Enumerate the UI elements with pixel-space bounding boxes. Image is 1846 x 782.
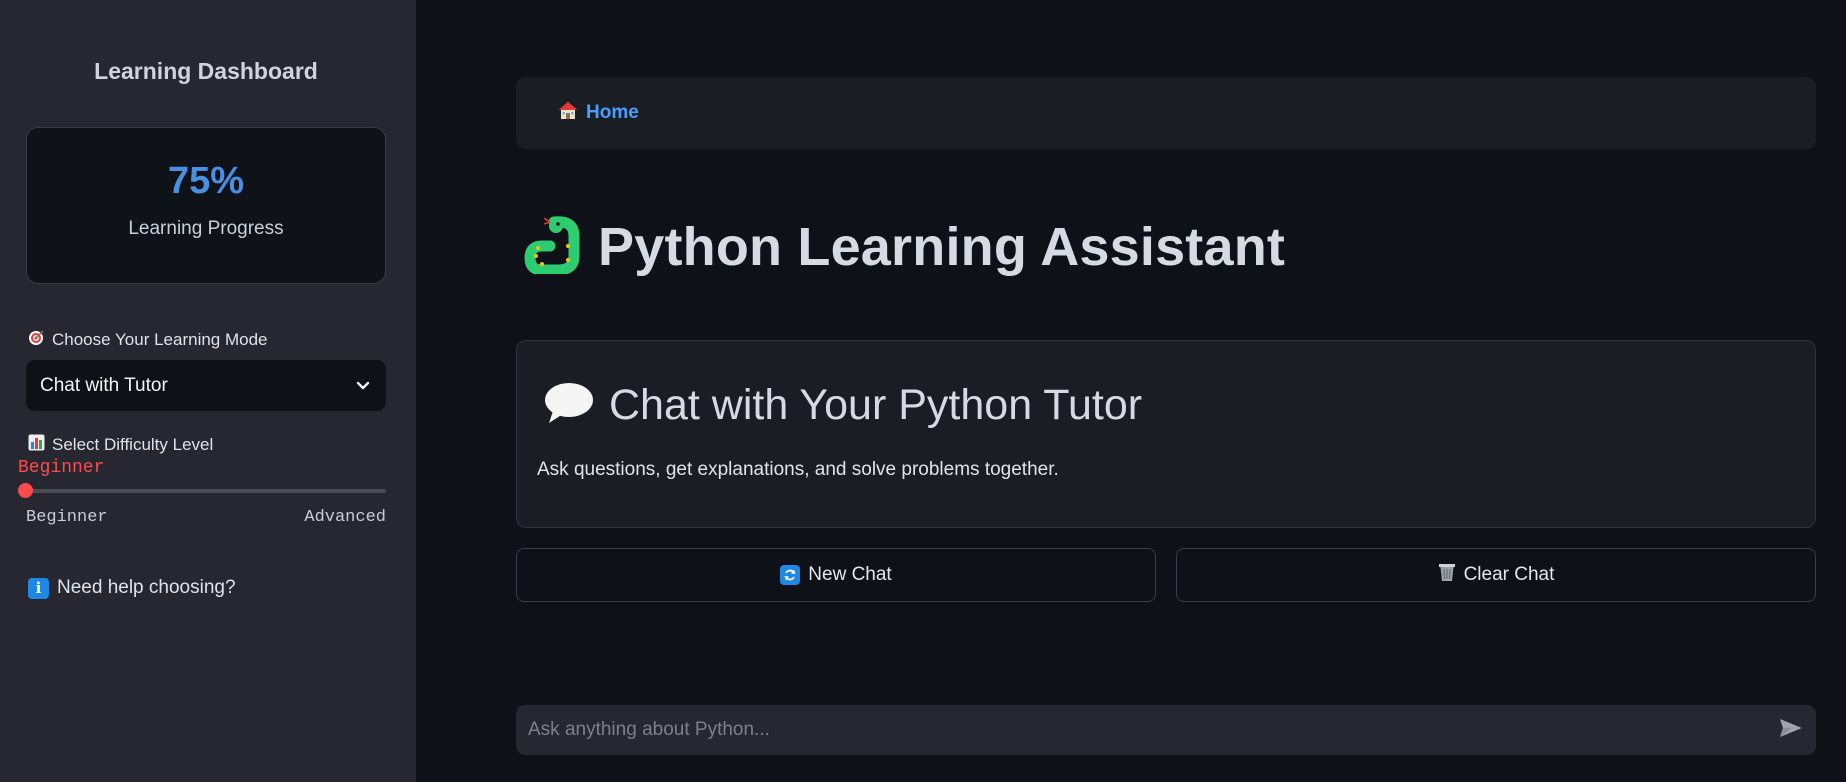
chat-card-description: Ask questions, get explanations, and sol… xyxy=(537,459,1059,480)
clear-chat-label: Clear Chat xyxy=(1463,564,1555,585)
chat-card-title: Chat with Your Python Tutor xyxy=(543,381,1142,430)
learning-mode-label-text: Choose Your Learning Mode xyxy=(52,330,268,349)
chevron-down-icon xyxy=(356,381,370,391)
sidebar: Learning Dashboard 75% Learning Progress… xyxy=(0,0,416,782)
difficulty-slider-track[interactable] xyxy=(26,489,386,493)
refresh-icon xyxy=(780,565,801,585)
difficulty-slider-max-label: Advanced xyxy=(304,508,386,527)
difficulty-slider-value: Beginner xyxy=(18,458,105,478)
difficulty-label-text: Select Difficulty Level xyxy=(52,435,214,454)
progress-card: 75% Learning Progress xyxy=(26,127,386,284)
speech-bubble-icon xyxy=(543,381,595,430)
progress-value: 75% xyxy=(167,160,245,202)
difficulty-slider-min-label: Beginner xyxy=(26,508,108,527)
sidebar-title: Learning Dashboard xyxy=(94,58,318,84)
progress-label: Learning Progress xyxy=(128,218,284,239)
page-title: Python Learning Assistant xyxy=(524,212,1285,282)
chat-header-card: Chat with Your Python Tutor Ask question… xyxy=(516,340,1816,528)
chat-card-title-text: Chat with Your Python Tutor xyxy=(609,381,1143,429)
help-label: Need help choosing? xyxy=(57,577,236,598)
app-root: Learning Dashboard 75% Learning Progress… xyxy=(0,0,1846,782)
send-icon[interactable] xyxy=(1778,717,1804,744)
difficulty-slider-thumb[interactable] xyxy=(18,483,33,498)
snake-icon xyxy=(524,215,582,279)
house-icon xyxy=(558,101,578,125)
learning-mode-select[interactable]: Chat with Tutor xyxy=(26,360,386,411)
chart-icon xyxy=(28,434,45,456)
difficulty-label: Select Difficulty Level xyxy=(28,434,213,456)
clear-chat-button[interactable]: Clear Chat xyxy=(1176,548,1816,602)
learning-mode-value: Chat with Tutor xyxy=(40,374,168,396)
learning-mode-label: Choose Your Learning Mode xyxy=(28,329,268,351)
target-icon xyxy=(28,329,45,351)
new-chat-label: New Chat xyxy=(808,564,892,585)
home-link[interactable]: Home xyxy=(586,102,639,124)
wastebasket-icon xyxy=(1438,562,1456,588)
new-chat-button[interactable]: New Chat xyxy=(516,548,1156,602)
help-expander[interactable]: i Need help choosing? xyxy=(28,577,236,599)
chat-input-bar xyxy=(516,705,1816,755)
page-title-text: Python Learning Assistant xyxy=(598,217,1286,277)
info-icon: i xyxy=(28,577,49,599)
breadcrumb: Home xyxy=(516,77,1816,149)
chat-input[interactable] xyxy=(528,719,1748,741)
